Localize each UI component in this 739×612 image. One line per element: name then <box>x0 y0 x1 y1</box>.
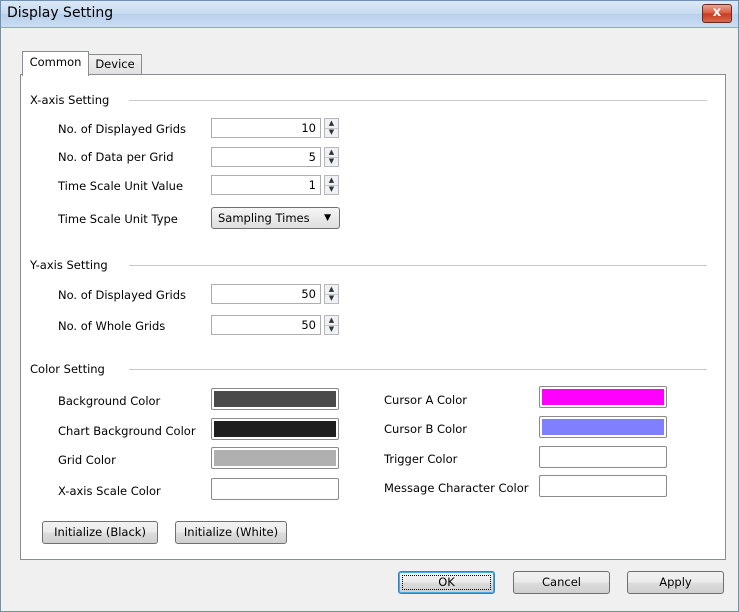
cursor-a-color-button[interactable] <box>539 386 667 408</box>
grid-color-label: Grid Color <box>58 453 116 467</box>
y-axis-group-label: Y-axis Setting <box>30 258 108 272</box>
x-axis-scale-color-swatch <box>214 481 336 497</box>
x-data-per-grid-spin-buttons: ▲ ▼ <box>324 147 339 167</box>
x-axis-group-divider <box>129 100 707 101</box>
apply-button[interactable]: Apply <box>627 571 724 594</box>
message-character-color-swatch <box>542 478 664 494</box>
close-button[interactable]: x <box>702 4 732 23</box>
chart-background-color-label: Chart Background Color <box>58 424 196 438</box>
spin-down-icon[interactable]: ▼ <box>325 128 338 137</box>
color-group-divider <box>129 369 707 370</box>
common-tab-panel: X-axis Setting No. of Displayed Grids 10… <box>20 74 726 560</box>
tab-device[interactable]: Device <box>88 54 142 75</box>
trigger-color-swatch <box>542 449 664 465</box>
focus-ring <box>402 575 491 590</box>
color-group-label: Color Setting <box>30 362 105 376</box>
cursor-a-color-label: Cursor A Color <box>384 393 468 407</box>
message-character-color-button[interactable] <box>539 475 667 497</box>
ok-button[interactable]: OK <box>398 571 495 594</box>
y-displayed-grids-spinner: 50 ▲ ▼ <box>211 284 341 306</box>
x-time-scale-value-spinner: 1 ▲ ▼ <box>211 175 341 197</box>
cursor-b-color-swatch <box>542 419 664 435</box>
x-time-scale-type-select[interactable]: Sampling Times ▼ <box>211 207 340 229</box>
x-displayed-grids-input[interactable]: 10 <box>211 118 321 138</box>
x-time-scale-type-value: Sampling Times <box>218 211 310 225</box>
spin-down-icon[interactable]: ▼ <box>325 185 338 194</box>
x-time-scale-type-label: Time Scale Unit Type <box>58 212 178 226</box>
background-color-swatch <box>214 391 336 407</box>
dropdown-arrow-icon: ▼ <box>324 213 331 223</box>
x-time-scale-value-label: Time Scale Unit Value <box>58 179 184 193</box>
y-whole-grids-label: No. of Whole Grids <box>58 319 166 333</box>
x-time-scale-value-spin-buttons: ▲ ▼ <box>324 175 339 195</box>
spin-down-icon[interactable]: ▼ <box>325 325 338 334</box>
y-whole-grids-spin-buttons: ▲ ▼ <box>324 315 339 335</box>
x-time-scale-value-input[interactable]: 1 <box>211 175 321 195</box>
chart-background-color-button[interactable] <box>211 418 339 440</box>
cursor-a-color-swatch <box>542 389 664 405</box>
tab-common[interactable]: Common <box>22 51 89 76</box>
display-setting-dialog: Display Setting x Common Device X-axis S… <box>0 0 739 612</box>
x-displayed-grids-label: No. of Displayed Grids <box>58 122 187 136</box>
spin-down-icon[interactable]: ▼ <box>325 294 338 303</box>
spin-down-icon[interactable]: ▼ <box>325 157 338 166</box>
window-title: Display Setting <box>7 5 114 21</box>
trigger-color-label: Trigger Color <box>384 452 458 466</box>
y-whole-grids-input[interactable]: 50 <box>211 315 321 335</box>
cursor-b-color-button[interactable] <box>539 416 667 438</box>
y-axis-group-divider <box>129 265 707 266</box>
y-whole-grids-spinner: 50 ▲ ▼ <box>211 315 341 337</box>
initialize-black-button[interactable]: Initialize (Black) <box>42 521 158 544</box>
cursor-b-color-label: Cursor B Color <box>384 422 468 436</box>
cancel-button[interactable]: Cancel <box>513 571 610 594</box>
background-color-button[interactable] <box>211 388 339 410</box>
y-displayed-grids-input[interactable]: 50 <box>211 284 321 304</box>
grid-color-swatch <box>214 450 336 466</box>
x-axis-scale-color-button[interactable] <box>211 478 339 500</box>
x-displayed-grids-spinner: 10 ▲ ▼ <box>211 118 341 140</box>
x-displayed-grids-spin-buttons: ▲ ▼ <box>324 118 339 138</box>
chart-background-color-swatch <box>214 421 336 437</box>
close-icon: x <box>712 5 722 20</box>
y-displayed-grids-spin-buttons: ▲ ▼ <box>324 284 339 304</box>
initialize-white-button[interactable]: Initialize (White) <box>175 521 287 544</box>
title-bar: Display Setting x <box>1 1 738 28</box>
x-data-per-grid-spinner: 5 ▲ ▼ <box>211 147 341 169</box>
message-character-color-label: Message Character Color <box>384 481 529 495</box>
x-data-per-grid-label: No. of Data per Grid <box>58 150 174 164</box>
trigger-color-button[interactable] <box>539 446 667 468</box>
x-axis-scale-color-label: X-axis Scale Color <box>58 484 161 498</box>
y-displayed-grids-label: No. of Displayed Grids <box>58 288 187 302</box>
background-color-label: Background Color <box>58 394 161 408</box>
x-axis-group-label: X-axis Setting <box>30 93 110 107</box>
x-data-per-grid-input[interactable]: 5 <box>211 147 321 167</box>
grid-color-button[interactable] <box>211 447 339 469</box>
